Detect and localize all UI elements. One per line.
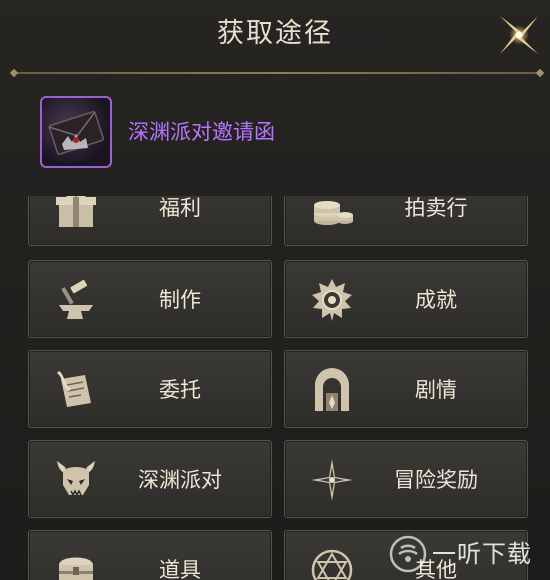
compass-star-icon bbox=[311, 459, 353, 501]
source-button-commission[interactable]: 委托 bbox=[28, 350, 272, 428]
item-header: 深渊派对邀请函 bbox=[40, 96, 520, 168]
item-name: 深渊派对邀请函 bbox=[128, 120, 275, 144]
hexagram-circle-icon bbox=[311, 549, 353, 580]
close-sparkle-icon bbox=[500, 16, 538, 54]
invitation-letter-icon bbox=[48, 111, 104, 155]
source-button-story[interactable]: 剧情 bbox=[284, 350, 528, 428]
source-label: 拍卖行 bbox=[404, 196, 468, 220]
scroll-quill-icon bbox=[57, 371, 91, 407]
anvil-hammer-icon bbox=[59, 279, 93, 319]
source-button-adventure-reward[interactable]: 冒险奖励 bbox=[284, 440, 528, 518]
source-list[interactable]: 福利 拍卖行 制作 成就 委托 剧情 深渊派对 冒险奖励 道具 其他 bbox=[0, 196, 550, 580]
source-button-auction-house[interactable]: 拍卖行 bbox=[284, 196, 528, 246]
source-label: 福利 bbox=[159, 196, 201, 220]
item-slot[interactable] bbox=[40, 96, 112, 168]
watermark: 一听下载 bbox=[388, 532, 550, 576]
medal-icon bbox=[312, 279, 352, 321]
acquisition-dialog: 获取途径 深渊派对邀请函 福利 拍卖行 制作 成就 委托 剧情 深渊派对 冒险奖… bbox=[0, 0, 550, 580]
demon-skull-icon bbox=[57, 461, 95, 497]
source-label: 成就 bbox=[415, 288, 457, 312]
source-label: 冒险奖励 bbox=[394, 468, 478, 492]
arch-gate-icon bbox=[315, 368, 349, 411]
close-button[interactable] bbox=[494, 10, 544, 60]
source-label: 委托 bbox=[159, 378, 201, 402]
watermark-text: 一听下载 bbox=[432, 540, 532, 568]
source-button-crafting[interactable]: 制作 bbox=[28, 260, 272, 338]
source-button-welfare[interactable]: 福利 bbox=[28, 196, 272, 246]
dialog-title: 获取途径 bbox=[217, 18, 333, 49]
source-button-items[interactable]: 道具 bbox=[28, 530, 272, 580]
source-label: 剧情 bbox=[415, 378, 457, 402]
watermark-logo-icon bbox=[389, 535, 427, 573]
treasure-chest-icon bbox=[59, 557, 93, 580]
source-label: 道具 bbox=[159, 558, 201, 580]
coin-stack-icon bbox=[314, 201, 353, 225]
title-divider bbox=[14, 72, 540, 74]
source-label: 深渊派对 bbox=[138, 468, 222, 492]
gift-box-icon bbox=[56, 196, 96, 227]
source-button-achievement[interactable]: 成就 bbox=[284, 260, 528, 338]
source-button-abyss-party[interactable]: 深渊派对 bbox=[28, 440, 272, 518]
source-label: 制作 bbox=[159, 288, 201, 312]
